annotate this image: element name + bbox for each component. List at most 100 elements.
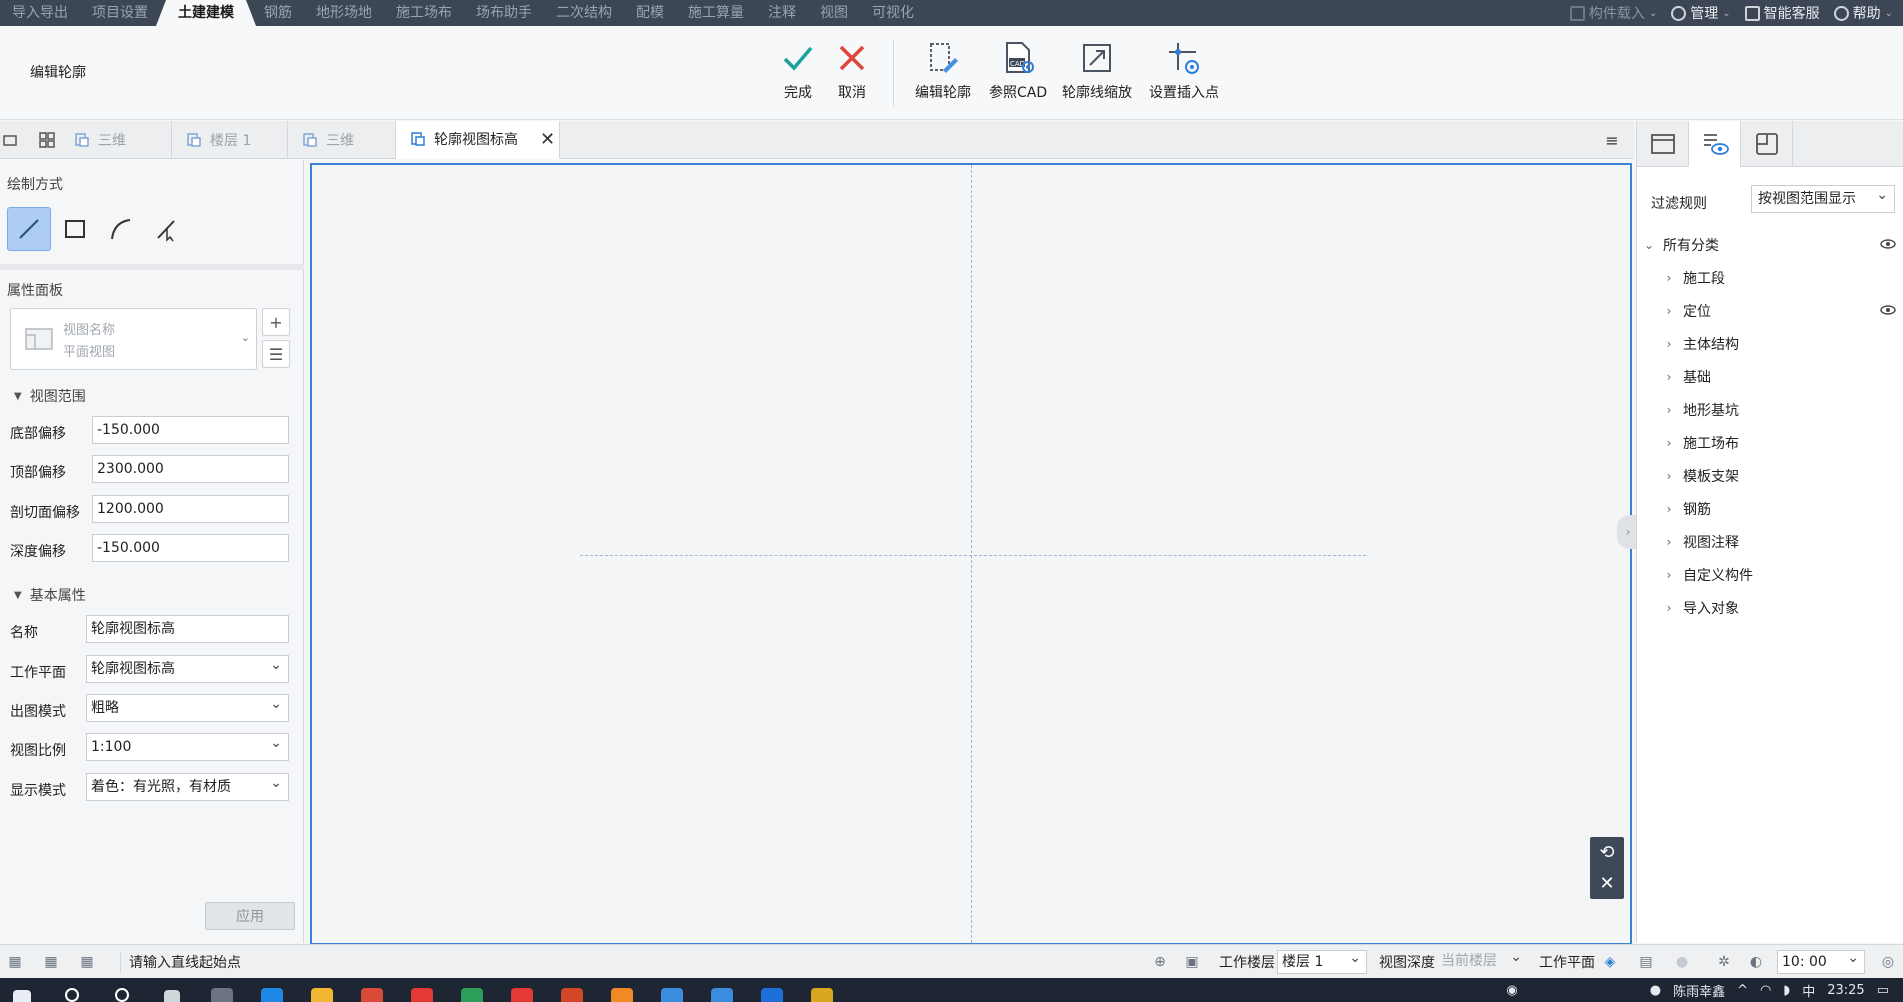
- tree-item[interactable]: › 模板支架: [1637, 464, 1903, 488]
- smart-service-button[interactable]: 智能客服: [1744, 3, 1820, 23]
- manage-button[interactable]: 管理 ⌄: [1671, 3, 1731, 23]
- help-button[interactable]: 帮助 ⌄: [1833, 3, 1893, 23]
- tab-window[interactable]: [1637, 121, 1689, 167]
- work-plane-icon[interactable]: ◈: [1601, 953, 1619, 971]
- tree-item[interactable]: › 导入对象: [1637, 596, 1903, 620]
- tile-windows-icon[interactable]: [38, 131, 56, 149]
- finish-button[interactable]: 完成: [780, 40, 816, 102]
- point-arc-tool-button[interactable]: [145, 207, 189, 251]
- tree-item[interactable]: › 定位: [1637, 299, 1903, 323]
- depth-offset-input[interactable]: -150.000: [92, 534, 289, 562]
- contour-scale-button[interactable]: 轮廓线缩放: [1062, 40, 1132, 102]
- time-select[interactable]: 10: 00: [1777, 947, 1865, 974]
- tab-3d-1[interactable]: 三维: [60, 121, 172, 159]
- tree-item[interactable]: › 视图注释: [1637, 530, 1903, 554]
- view-type-picker[interactable]: 视图名称 平面视图 ⌄: [10, 308, 257, 370]
- reset-view-icon[interactable]: ⟲: [1599, 842, 1614, 863]
- arc-tool-button[interactable]: [99, 207, 143, 251]
- network-icon[interactable]: ◠: [1760, 983, 1771, 998]
- chevron-up-icon[interactable]: ^: [1737, 983, 1748, 998]
- restore-window-icon[interactable]: [2, 131, 20, 149]
- menu-tab-import-export[interactable]: 导入导出: [0, 0, 80, 26]
- app-video-icon[interactable]: [508, 978, 536, 1002]
- apply-button[interactable]: 应用: [205, 902, 295, 930]
- app-red-icon[interactable]: [408, 978, 436, 1002]
- bottom-offset-input[interactable]: -150.000: [92, 416, 289, 444]
- volume-icon[interactable]: ◗: [1783, 983, 1790, 998]
- ime-indicator[interactable]: 中: [1802, 981, 1815, 1000]
- shadow-icon[interactable]: ◐: [1747, 953, 1765, 971]
- work-floor-select[interactable]: 楼层 1: [1277, 947, 1367, 974]
- group-basic-properties[interactable]: ▼ 基本属性: [14, 585, 86, 605]
- menu-tab-site-assistant[interactable]: 场布助手: [464, 0, 544, 26]
- add-view-button[interactable]: +: [262, 308, 290, 336]
- app-green-icon[interactable]: [458, 978, 486, 1002]
- tree-root-all-categories[interactable]: ⌄ 所有分类: [1637, 233, 1903, 257]
- tab-visibility[interactable]: [1689, 121, 1741, 167]
- powerpoint-icon[interactable]: [558, 978, 586, 1002]
- tree-item[interactable]: › 自定义构件: [1637, 563, 1903, 587]
- edge-browser-icon[interactable]: [258, 978, 286, 1002]
- menu-tab-terrain[interactable]: 地形场地: [304, 0, 384, 26]
- cut-plane-offset-input[interactable]: 1200.000: [92, 495, 289, 523]
- display-mode-select[interactable]: 着色：有光照，有材质: [86, 770, 289, 801]
- rectangle-tool-button[interactable]: [53, 207, 97, 251]
- app-window-icon[interactable]: [208, 978, 236, 1002]
- reference-cad-button[interactable]: CAD 参照CAD: [989, 40, 1047, 102]
- menu-tab-secondary-structure[interactable]: 二次结构: [544, 0, 624, 26]
- tree-item[interactable]: › 主体结构: [1637, 332, 1903, 356]
- eye-icon[interactable]: [1880, 303, 1896, 317]
- settings-small-icon[interactable]: ◎: [1879, 953, 1897, 971]
- chrome-icon[interactable]: [358, 978, 386, 1002]
- group-view-range[interactable]: ▼ 视图范围: [14, 386, 86, 406]
- filter-rule-select[interactable]: 按视图范围显示: [1751, 182, 1895, 213]
- tray-clock[interactable]: 23:25: [1827, 983, 1864, 998]
- tab-floor-1[interactable]: 楼层 1: [172, 121, 288, 159]
- view-settings-button[interactable]: ☰: [262, 340, 290, 368]
- notification-icon[interactable]: ▭: [1877, 983, 1889, 998]
- menu-tab-view[interactable]: 视图: [808, 0, 860, 26]
- search-icon[interactable]: [58, 978, 86, 1002]
- menu-tab-annotation[interactable]: 注释: [756, 0, 808, 26]
- tree-item[interactable]: › 施工场布: [1637, 431, 1903, 455]
- help-tray-icon[interactable]: ◉: [1506, 983, 1517, 998]
- tab-3d-2[interactable]: 三维: [288, 121, 396, 159]
- eye-icon[interactable]: [1880, 237, 1896, 251]
- view-scale-select[interactable]: 1:100: [86, 730, 289, 761]
- name-input[interactable]: 轮廓视图标高: [86, 615, 289, 643]
- grid-view-3-icon[interactable]: ▦: [78, 953, 96, 971]
- set-insert-point-button[interactable]: 设置插入点: [1149, 40, 1219, 102]
- menu-tab-formwork[interactable]: 配模: [624, 0, 676, 26]
- save-view-icon[interactable]: ▣: [1183, 953, 1201, 971]
- sun-settings-icon[interactable]: ✲: [1715, 953, 1733, 971]
- zoom-fit-icon[interactable]: ⊕: [1151, 953, 1169, 971]
- menu-tab-visualization[interactable]: 可视化: [860, 0, 926, 26]
- component-load-button[interactable]: 构件载入 ⌄: [1569, 3, 1657, 23]
- cortana-icon[interactable]: [108, 978, 136, 1002]
- menu-tab-rebar[interactable]: 钢筋: [252, 0, 304, 26]
- tree-item[interactable]: › 基础: [1637, 365, 1903, 389]
- menu-tab-site-layout[interactable]: 施工场布: [384, 0, 464, 26]
- work-plane-select[interactable]: 轮廓视图标高: [86, 652, 289, 683]
- tab-contour-view-level[interactable]: 轮廓视图标高 ✕: [396, 121, 560, 159]
- app-blue-3-icon[interactable]: [758, 978, 786, 1002]
- output-mode-select[interactable]: 粗略: [86, 691, 289, 722]
- grid-view-2-icon[interactable]: ▦: [42, 953, 60, 971]
- windows-start-icon[interactable]: [8, 978, 36, 1002]
- edit-contour-button[interactable]: 编辑轮廓: [915, 40, 971, 102]
- lightbulb-icon[interactable]: ●: [1673, 953, 1691, 971]
- view-depth-select[interactable]: 当前楼层: [1437, 946, 1527, 974]
- tab-layout[interactable]: [1741, 121, 1793, 167]
- top-offset-input[interactable]: 2300.000: [92, 455, 289, 483]
- user-avatar-icon[interactable]: ●: [1650, 983, 1661, 998]
- hamburger-menu-icon[interactable]: ≡: [1600, 129, 1624, 151]
- menu-tab-quantity[interactable]: 施工算量: [676, 0, 756, 26]
- cancel-button[interactable]: 取消: [834, 40, 870, 102]
- line-tool-button[interactable]: [7, 207, 51, 251]
- app-yellow-icon[interactable]: [808, 978, 836, 1002]
- menu-tab-civil-modeling[interactable]: 土建建模: [156, 0, 256, 26]
- app-blue-1-icon[interactable]: [658, 978, 686, 1002]
- grid-view-1-icon[interactable]: ▦: [6, 953, 24, 971]
- app-blue-2-icon[interactable]: [708, 978, 736, 1002]
- drawing-canvas[interactable]: ⟲ ✕: [310, 163, 1632, 945]
